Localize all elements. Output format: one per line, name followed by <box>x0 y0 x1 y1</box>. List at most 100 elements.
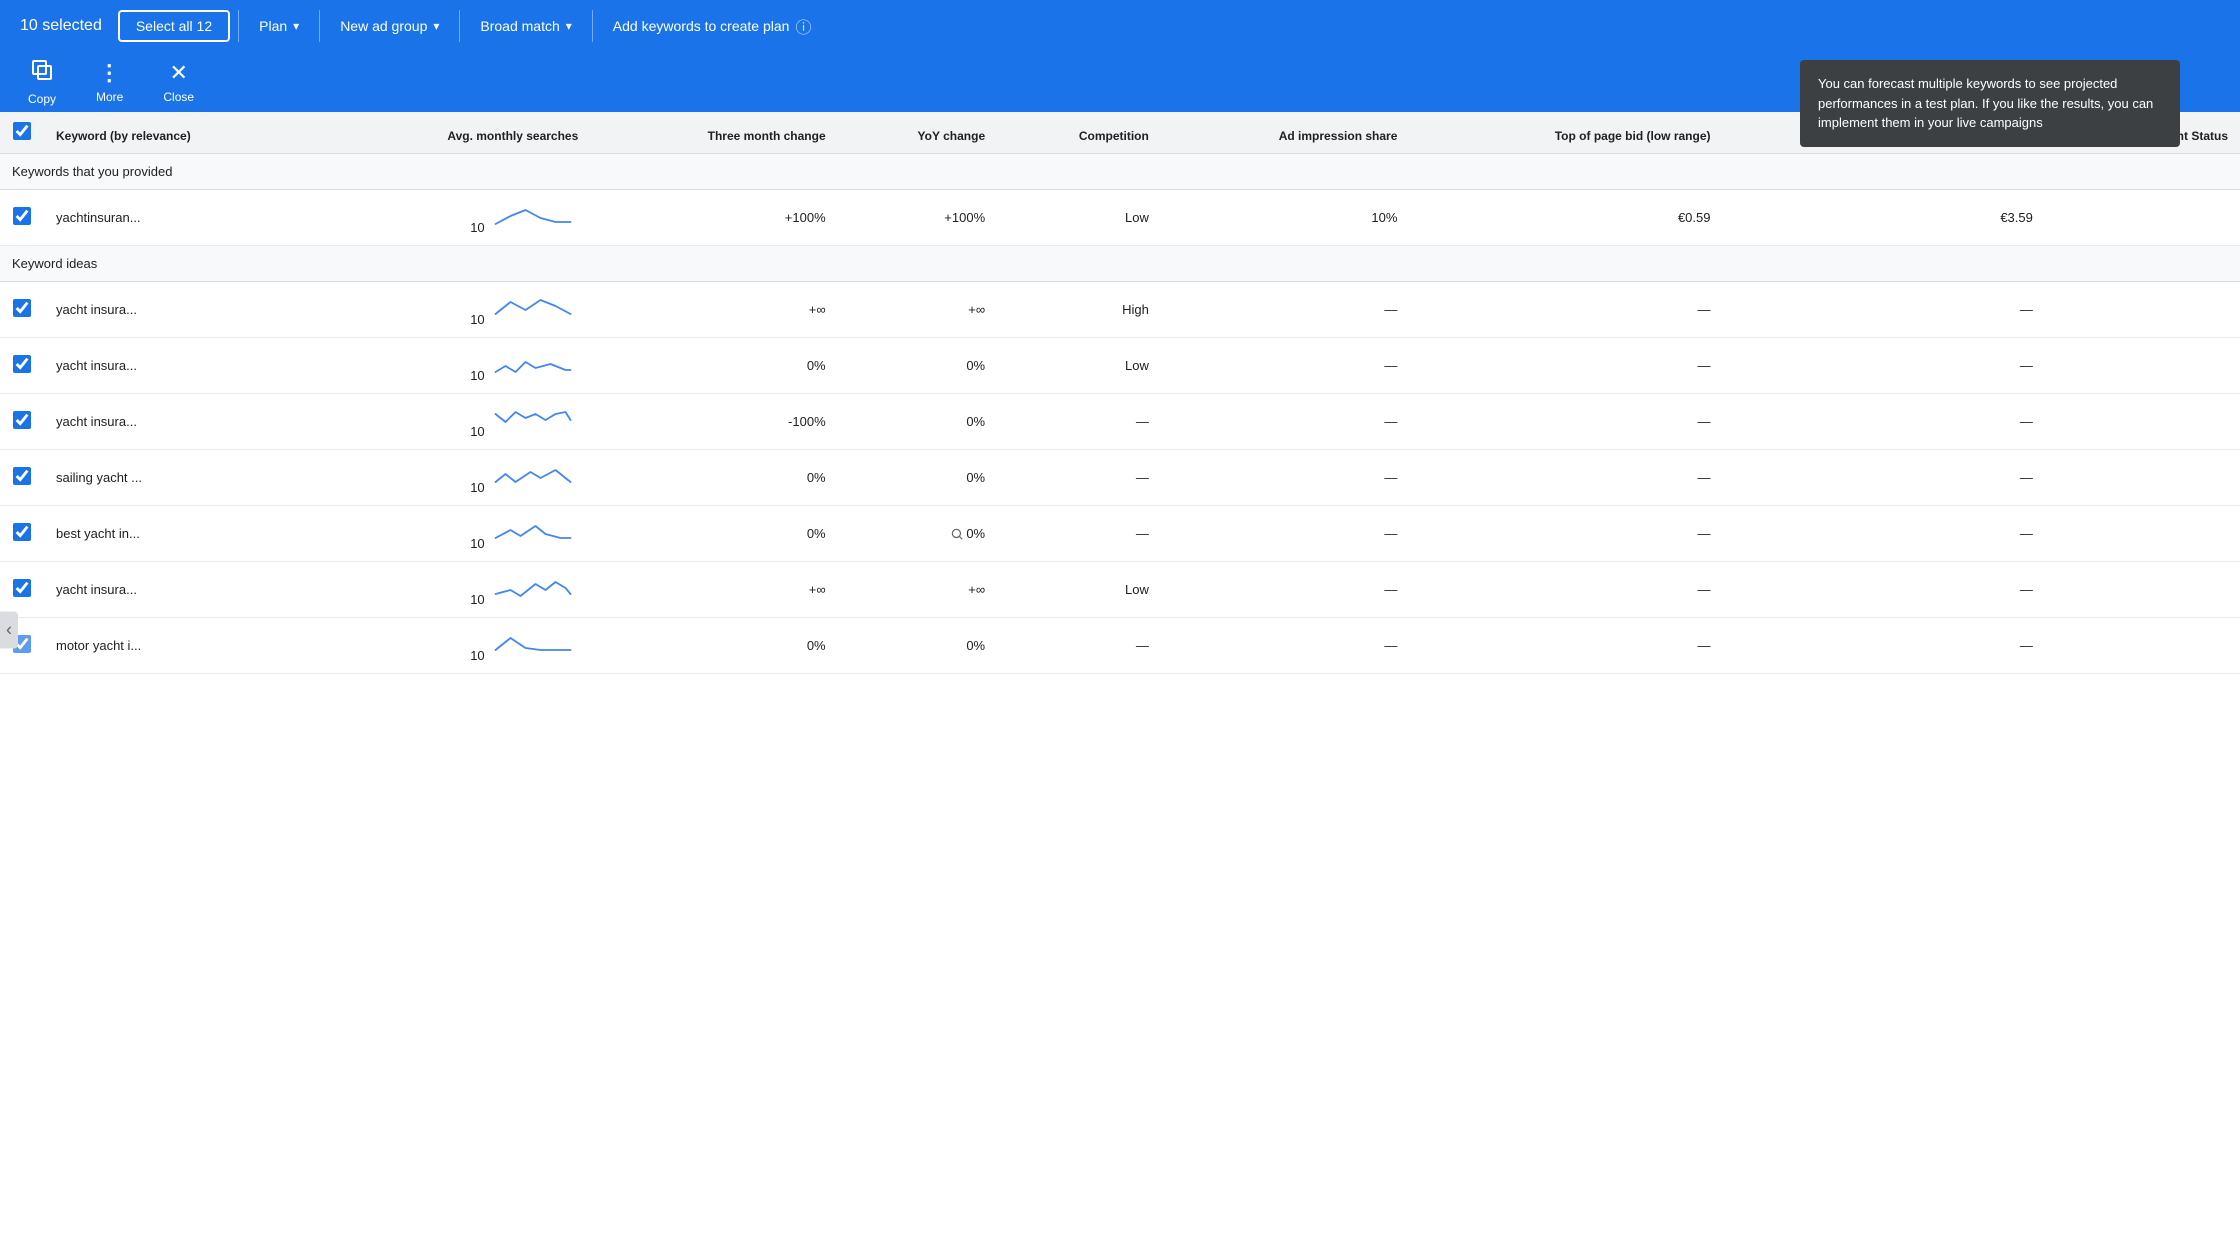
row-check-cell[interactable] <box>0 190 44 246</box>
account-status-cell <box>2045 562 2240 618</box>
top-bid-high-cell: — <box>1723 450 2045 506</box>
top-bid-low-cell: — <box>1409 506 1722 562</box>
keywords-table-container: Keyword (by relevance) Avg. monthly sear… <box>0 112 2240 674</box>
yoy-cell: +100% <box>838 190 998 246</box>
header-competition: Competition <box>997 112 1161 154</box>
header-ad-impression: Ad impression share <box>1161 112 1410 154</box>
row-check-cell[interactable] <box>0 394 44 450</box>
top-bid-low-cell: — <box>1409 338 1722 394</box>
ad-impression-cell: — <box>1161 562 1410 618</box>
three-month-cell: 0% <box>590 506 837 562</box>
row-check-cell[interactable] <box>0 282 44 338</box>
table-row: yacht insura... 10 +∞ +∞ Low — — — <box>0 562 2240 618</box>
close-label: Close <box>163 90 194 104</box>
forecast-tooltip: You can forecast multiple keywords to se… <box>1800 60 2180 147</box>
yoy-cell: 0% <box>838 394 998 450</box>
tooltip-text: You can forecast multiple keywords to se… <box>1818 76 2153 130</box>
row-check-cell[interactable] <box>0 562 44 618</box>
divider-3 <box>459 10 460 42</box>
account-status-cell <box>2045 338 2240 394</box>
avg-cell: 10 <box>320 506 590 562</box>
new-ad-group-label: New ad group <box>340 18 427 34</box>
table-row: yacht insura... 10 +∞ +∞ High — — — <box>0 282 2240 338</box>
table-row: best yacht in... 10 0% 0% — — — — <box>0 506 2240 562</box>
selected-count: 10 selected <box>12 17 118 35</box>
yoy-cell: 0% <box>838 506 998 562</box>
three-month-cell: 0% <box>590 618 837 674</box>
header-keyword: Keyword (by relevance) <box>44 112 320 154</box>
three-month-cell: 0% <box>590 338 837 394</box>
keyword-cell: best yacht in... <box>44 506 320 562</box>
add-keywords-button[interactable]: Add keywords to create plan ⓘ <box>601 8 824 44</box>
three-month-cell: +∞ <box>590 562 837 618</box>
row-checkbox[interactable] <box>13 355 31 373</box>
more-button[interactable]: ⋮ More <box>80 54 139 110</box>
header-avg-searches: Avg. monthly searches <box>320 112 590 154</box>
close-icon: ✕ <box>169 60 187 86</box>
avg-cell: 10 <box>320 562 590 618</box>
chart-sparkline <box>488 200 578 232</box>
keywords-table: Keyword (by relevance) Avg. monthly sear… <box>0 112 2240 674</box>
yoy-cell: +∞ <box>838 282 998 338</box>
section-header-0: Keywords that you provided <box>0 154 2240 190</box>
ad-impression-cell: — <box>1161 338 1410 394</box>
add-keywords-label: Add keywords to create plan <box>613 18 790 34</box>
yoy-cell: +∞ <box>838 562 998 618</box>
keyword-cell: yacht insura... <box>44 282 320 338</box>
row-checkbox[interactable] <box>13 299 31 317</box>
chart-sparkline <box>488 292 578 324</box>
table-body: Keywords that you provided yachtinsuran.… <box>0 154 2240 674</box>
row-checkbox[interactable] <box>13 411 31 429</box>
plan-button[interactable]: Plan ▾ <box>247 12 311 40</box>
avg-cell: 10 <box>320 618 590 674</box>
avg-cell: 10 <box>320 338 590 394</box>
scroll-left-indicator[interactable]: ‹ <box>0 612 18 649</box>
ad-impression-cell: — <box>1161 450 1410 506</box>
avg-cell: 10 <box>320 190 590 246</box>
select-all-button[interactable]: Select all 12 <box>118 10 230 42</box>
keyword-cell: yacht insura... <box>44 562 320 618</box>
row-check-cell[interactable] <box>0 506 44 562</box>
top-toolbar: 10 selected Select all 12 Plan ▾ New ad … <box>0 0 2240 52</box>
row-check-cell[interactable] <box>0 450 44 506</box>
yoy-cell: 0% <box>838 450 998 506</box>
info-icon: ⓘ <box>795 14 811 38</box>
broad-match-button[interactable]: Broad match ▾ <box>468 12 583 40</box>
chart-sparkline <box>488 460 578 492</box>
header-three-month: Three month change <box>590 112 837 154</box>
ad-impression-cell: — <box>1161 618 1410 674</box>
select-all-checkbox[interactable] <box>13 122 31 140</box>
divider-2 <box>319 10 320 42</box>
competition-cell: Low <box>997 562 1161 618</box>
more-label: More <box>96 90 123 104</box>
keyword-cell: motor yacht i... <box>44 618 320 674</box>
top-bid-high-cell: — <box>1723 562 2045 618</box>
top-bid-low-cell: — <box>1409 562 1722 618</box>
keyword-cell: yachtinsuran... <box>44 190 320 246</box>
close-button[interactable]: ✕ Close <box>147 54 210 110</box>
competition-cell: — <box>997 394 1161 450</box>
row-checkbox[interactable] <box>13 207 31 225</box>
ad-impression-cell: — <box>1161 394 1410 450</box>
copy-button[interactable]: Copy <box>12 52 72 112</box>
chart-sparkline <box>488 572 578 604</box>
table-row: motor yacht i... 10 0% 0% — — — — <box>0 618 2240 674</box>
top-bid-low-cell: — <box>1409 450 1722 506</box>
yoy-cell: 0% <box>838 618 998 674</box>
new-ad-group-button[interactable]: New ad group ▾ <box>328 12 451 40</box>
top-bid-low-cell: — <box>1409 618 1722 674</box>
ad-impression-cell: — <box>1161 282 1410 338</box>
keyword-cell: yacht insura... <box>44 338 320 394</box>
top-bid-high-cell: — <box>1723 618 2045 674</box>
row-checkbox[interactable] <box>13 523 31 541</box>
account-status-cell <box>2045 394 2240 450</box>
row-checkbox[interactable] <box>13 579 31 597</box>
row-checkbox[interactable] <box>13 467 31 485</box>
competition-cell: Low <box>997 190 1161 246</box>
header-yoy: YoY change <box>838 112 998 154</box>
top-bid-high-cell: — <box>1723 282 2045 338</box>
three-month-cell: +100% <box>590 190 837 246</box>
row-check-cell[interactable] <box>0 338 44 394</box>
account-status-cell <box>2045 618 2240 674</box>
copy-label: Copy <box>28 92 56 106</box>
